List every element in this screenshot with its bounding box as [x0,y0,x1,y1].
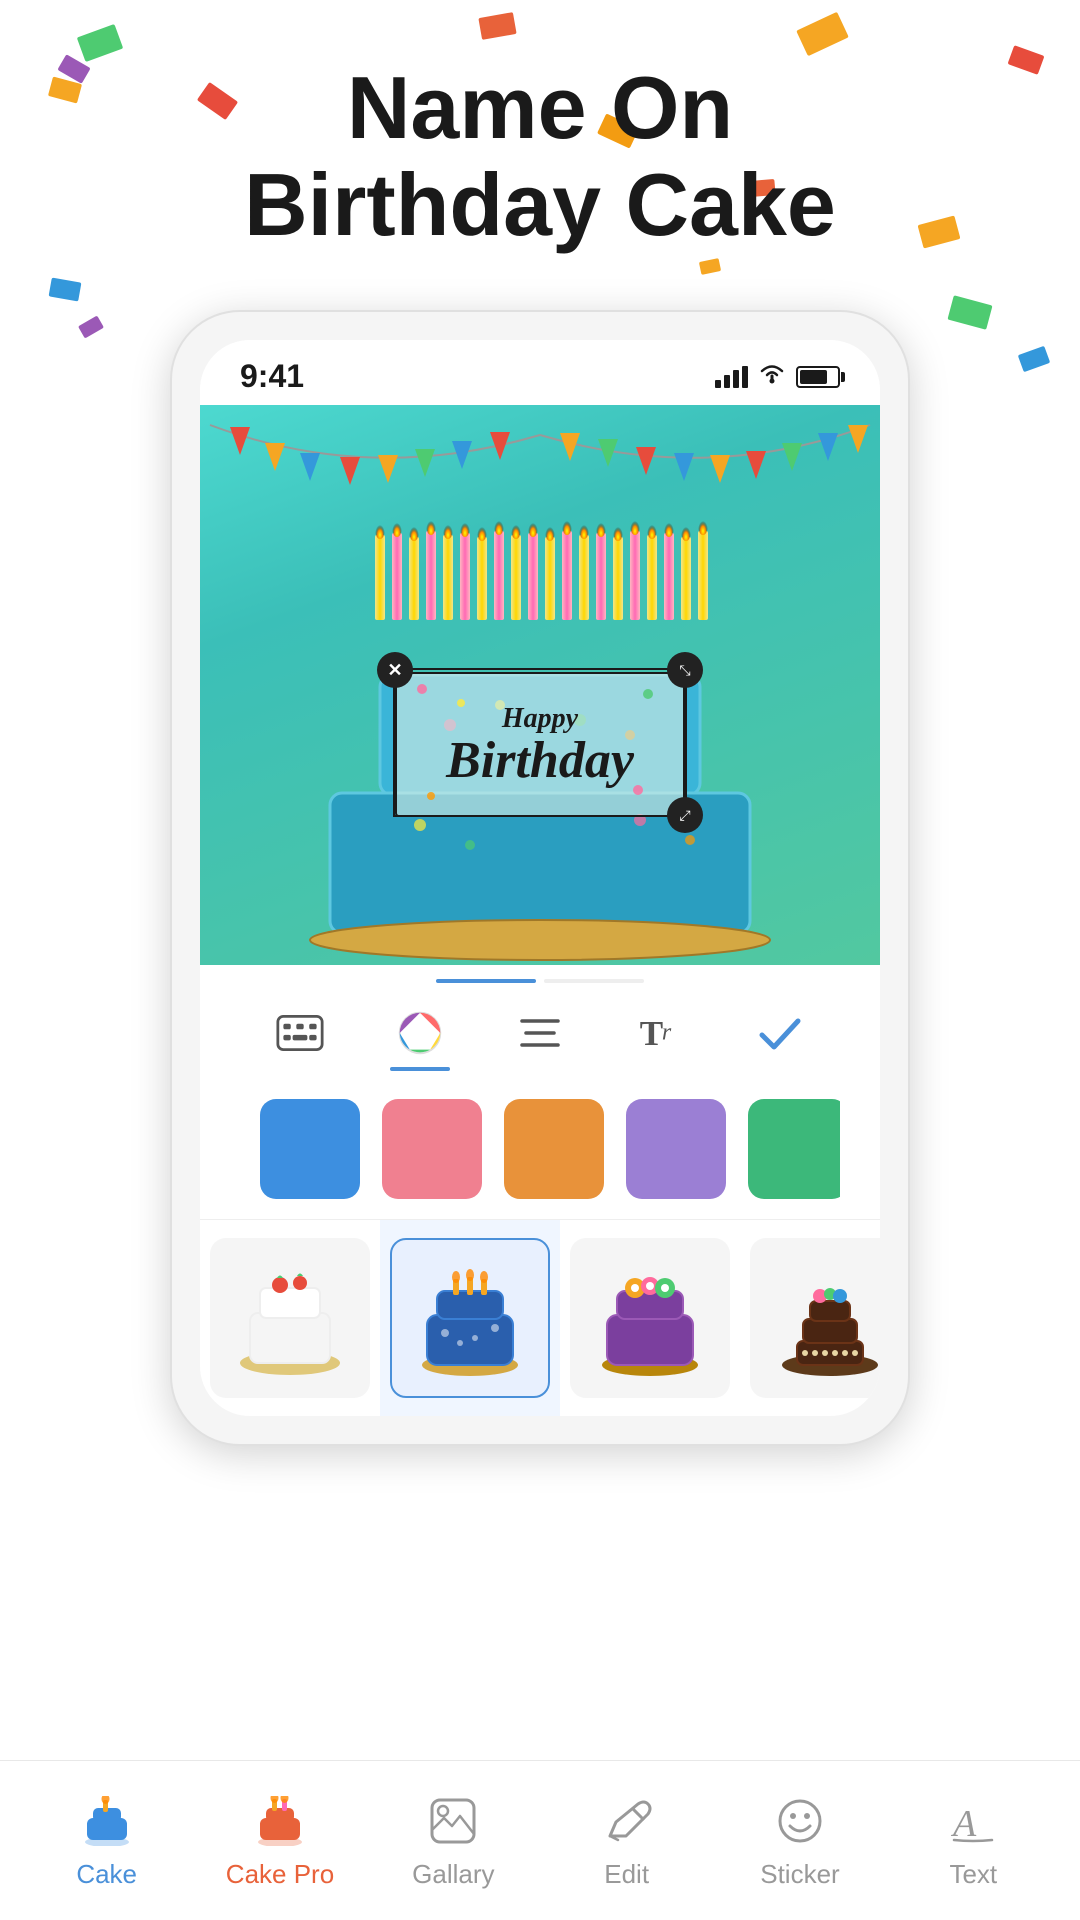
align-tool-button[interactable] [505,1003,575,1063]
cake-thumb-img-1 [210,1238,370,1398]
nav-item-cake[interactable]: Cake [20,1791,193,1890]
cake-image-area: Happy Birthday ✕ ⤡ ⤢ [200,405,880,965]
candles-svg [370,505,710,625]
cake-pro-nav-icon [250,1791,310,1851]
hero-section: Name On Birthday Cake [0,60,1080,254]
check-icon [756,1009,804,1057]
phone-inner: 9:41 [200,340,880,1416]
keyboard-icon [276,1009,324,1057]
cake-thumb-1[interactable] [200,1220,380,1416]
cake-thumb-img-2 [390,1238,550,1398]
cake-thumb-img-3 [570,1238,730,1398]
svg-text:T: T [640,1014,663,1053]
selection-box: ✕ ⤡ ⤢ [393,668,687,817]
nav-label-gallery: Gallary [412,1859,494,1890]
keyboard-tool-button[interactable] [265,1003,335,1063]
color-wheel-tool-button[interactable] [385,1003,455,1063]
nav-label-sticker: Sticker [760,1859,839,1890]
tab-indicator-row [200,965,880,983]
phone-frame: 9:41 [170,310,910,1446]
edit-nav-icon [597,1791,657,1851]
cake-thumb-3[interactable] [560,1220,740,1416]
handle-close[interactable]: ✕ [377,652,413,688]
cake-thumbnails-row [200,1219,880,1416]
cake-thumb-img-4 [750,1238,880,1398]
hero-title-line2: Birthday Cake [0,157,1080,254]
nav-item-edit[interactable]: Edit [540,1791,713,1890]
tab-indicator-active [436,979,536,983]
hero-title-line1: Name On [0,60,1080,157]
color-swatch-purple[interactable] [626,1099,726,1199]
nav-item-text[interactable]: A Text [887,1791,1060,1890]
bottom-navigation: Cake Cake Pro Gallary [0,1760,1080,1920]
color-swatch-pink[interactable] [382,1099,482,1199]
gallery-nav-icon [423,1791,483,1851]
done-tool-button[interactable] [745,1003,815,1063]
text-nav-icon: A [943,1791,1003,1851]
handle-resize-br[interactable]: ⤢ [667,797,703,833]
font-tool-button[interactable]: T r [625,1003,695,1063]
tab-indicator-inactive [544,979,644,983]
sticker-nav-icon [770,1791,830,1851]
color-swatch-blue[interactable] [260,1099,360,1199]
status-bar: 9:41 [200,340,880,405]
cake-thumb-2[interactable] [380,1220,560,1416]
battery-icon [796,366,840,388]
svg-text:r: r [662,1019,672,1045]
nav-label-cake: Cake [76,1859,137,1890]
candles-row [370,505,710,625]
nav-item-cake-pro[interactable]: Cake Pro [193,1791,366,1890]
phone-mockup: 9:41 [170,310,910,1446]
nav-item-gallery[interactable]: Gallary [367,1791,540,1890]
color-swatches-row [240,1071,840,1219]
svg-text:A: A [950,1803,977,1845]
align-icon [516,1009,564,1057]
color-swatch-green[interactable] [748,1099,840,1199]
color-swatch-orange[interactable] [504,1099,604,1199]
nav-label-cake-pro: Cake Pro [226,1859,334,1890]
nav-label-text: Text [949,1859,997,1890]
wifi-icon [758,362,786,391]
cake-thumb-4[interactable] [740,1220,880,1416]
font-icon: T r [636,1009,684,1057]
color-wheel-icon [396,1009,444,1057]
signal-icon [715,366,748,388]
nav-label-edit: Edit [604,1859,649,1890]
tool-icons-row: T r [240,1003,840,1071]
nav-item-sticker[interactable]: Sticker [713,1791,886,1890]
handle-resize-tr[interactable]: ⤡ [667,652,703,688]
toolbar: T r [200,983,880,1219]
status-icons [715,362,840,391]
status-time: 9:41 [240,358,304,395]
cake-nav-icon [77,1791,137,1851]
